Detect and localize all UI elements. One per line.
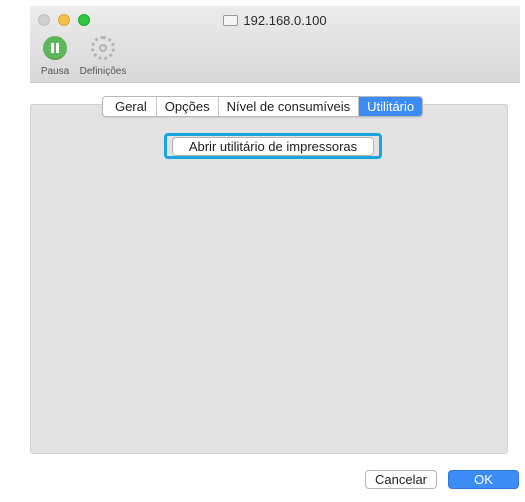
printer-icon: [223, 15, 239, 26]
settings-button[interactable]: Definições: [68, 36, 138, 77]
cancel-button[interactable]: Cancelar: [365, 470, 437, 489]
tab-utilitario[interactable]: Utilitário: [359, 97, 423, 116]
window-title: 192.168.0.100: [243, 13, 327, 28]
tab-geral[interactable]: Geral: [103, 97, 157, 116]
ok-button[interactable]: OK: [448, 470, 519, 489]
tab-nivel-de-consumiveis[interactable]: Nível de consumíveis: [219, 97, 360, 116]
window-title-bar: 192.168.0.100: [30, 13, 520, 28]
gear-icon: [91, 36, 115, 60]
window-toolbar: 192.168.0.100 Pausa Definições: [30, 6, 520, 83]
open-printer-utility-button[interactable]: Abrir utilitário de impressoras: [172, 137, 374, 156]
pause-icon: [43, 36, 67, 60]
tab-opcoes[interactable]: Opções: [157, 97, 219, 116]
tab-bar: Geral Opções Nível de consumíveis Utilit…: [102, 96, 424, 117]
settings-label: Definições: [79, 66, 127, 77]
